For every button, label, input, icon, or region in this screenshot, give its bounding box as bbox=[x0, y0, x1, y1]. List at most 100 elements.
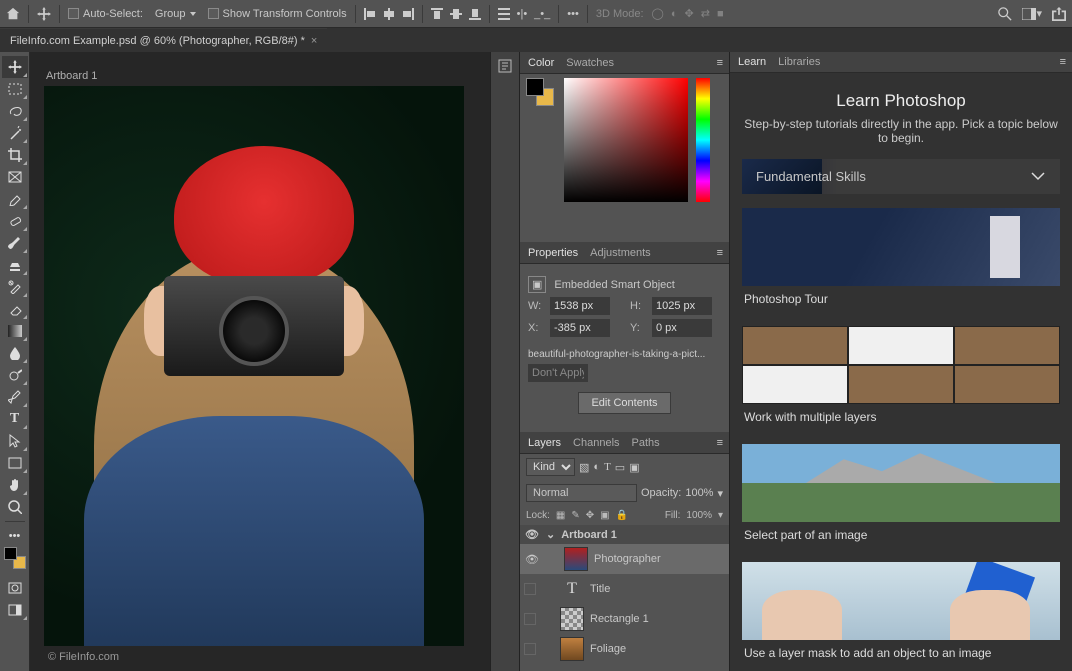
close-tab-icon[interactable]: × bbox=[311, 35, 317, 47]
layer-row-photographer[interactable]: 👁 Photographer bbox=[520, 544, 729, 574]
3d-pan-icon[interactable]: ✥ bbox=[685, 7, 694, 20]
marquee-tool[interactable] bbox=[2, 78, 28, 100]
layer-kind-dropdown[interactable]: Kind bbox=[526, 458, 575, 476]
filter-shape-icon[interactable]: ▭ bbox=[615, 461, 625, 474]
foreground-background-swatch[interactable] bbox=[2, 547, 28, 569]
move-tool[interactable] bbox=[2, 56, 28, 78]
clone-stamp-tool[interactable] bbox=[2, 254, 28, 276]
layer-name[interactable]: Title bbox=[590, 583, 610, 595]
lock-position-icon[interactable]: ✥ bbox=[586, 510, 594, 521]
artboard-canvas[interactable] bbox=[44, 86, 464, 646]
history-brush-tool[interactable] bbox=[2, 276, 28, 298]
learn-card-mask[interactable]: Use a layer mask to add an object to an … bbox=[742, 562, 1060, 666]
share-icon[interactable] bbox=[1052, 7, 1066, 21]
brush-tool[interactable] bbox=[2, 232, 28, 254]
width-field[interactable] bbox=[550, 297, 610, 315]
collapsed-dock[interactable] bbox=[490, 52, 520, 671]
eraser-tool[interactable] bbox=[2, 298, 28, 320]
tab-layers[interactable]: Layers bbox=[528, 437, 561, 449]
panel-menu-icon[interactable]: ≡ bbox=[717, 57, 723, 69]
layer-thumbnail[interactable] bbox=[564, 547, 588, 571]
zoom-tool[interactable] bbox=[2, 496, 28, 518]
layer-name[interactable]: Artboard 1 bbox=[561, 529, 617, 541]
color-field[interactable] bbox=[564, 78, 688, 202]
panel-menu-icon[interactable]: ≡ bbox=[717, 437, 723, 449]
document-tab[interactable]: FileInfo.com Example.psd @ 60% (Photogra… bbox=[0, 28, 327, 52]
auto-select-dropdown[interactable]: Group bbox=[151, 6, 200, 22]
dodge-tool[interactable] bbox=[2, 364, 28, 386]
layer-row-rectangle[interactable]: Rectangle 1 bbox=[520, 604, 729, 634]
healing-brush-tool[interactable] bbox=[2, 210, 28, 232]
lock-transparency-icon[interactable]: ▦ bbox=[556, 510, 565, 521]
tab-swatches[interactable]: Swatches bbox=[566, 57, 614, 69]
layer-row-title[interactable]: T Title bbox=[520, 574, 729, 604]
home-icon[interactable] bbox=[6, 7, 20, 21]
learn-section-header[interactable]: Fundamental Skills bbox=[742, 159, 1060, 194]
layer-name[interactable]: Photographer bbox=[594, 553, 661, 565]
x-field[interactable] bbox=[550, 319, 610, 337]
layer-name[interactable]: Foliage bbox=[590, 643, 626, 655]
3d-roll-icon[interactable]: ◐ bbox=[671, 7, 678, 20]
tab-properties[interactable]: Properties bbox=[528, 247, 578, 259]
tab-adjustments[interactable]: Adjustments bbox=[590, 247, 651, 259]
frame-tool[interactable] bbox=[2, 166, 28, 188]
panel-menu-icon[interactable]: ≡ bbox=[717, 247, 723, 259]
y-field[interactable] bbox=[652, 319, 712, 337]
pen-tool[interactable] bbox=[2, 386, 28, 408]
lock-artboard-icon[interactable]: ▣ bbox=[600, 510, 609, 521]
learn-card-tour[interactable]: Photoshop Tour bbox=[742, 208, 1060, 312]
3d-orbit-icon[interactable]: ◯ bbox=[652, 7, 664, 20]
screen-mode-icon[interactable] bbox=[2, 599, 28, 621]
crop-tool[interactable] bbox=[2, 144, 28, 166]
3d-slide-icon[interactable]: ⇄ bbox=[701, 7, 710, 20]
learn-card-layers[interactable]: Work with multiple layers bbox=[742, 326, 1060, 430]
layer-name[interactable]: Rectangle 1 bbox=[590, 613, 649, 625]
rectangle-tool[interactable] bbox=[2, 452, 28, 474]
edit-toolbar-icon[interactable]: ••• bbox=[2, 525, 28, 547]
gradient-tool[interactable] bbox=[2, 320, 28, 342]
filter-smart-icon[interactable]: ▣ bbox=[629, 461, 639, 474]
distribute-vcenter-icon[interactable]: •|• bbox=[517, 8, 528, 20]
search-icon[interactable] bbox=[998, 7, 1012, 21]
show-transform-checkbox[interactable]: Show Transform Controls bbox=[208, 8, 347, 20]
opacity-value[interactable]: 100% bbox=[685, 487, 713, 499]
align-vcenter-icon[interactable] bbox=[450, 8, 462, 20]
visibility-toggle[interactable] bbox=[524, 613, 536, 625]
artboard-label[interactable]: Artboard 1 bbox=[46, 70, 480, 82]
filter-adjust-icon[interactable]: ◐ bbox=[593, 461, 600, 473]
layer-row-artboard[interactable]: 👁 ⌄ Artboard 1 bbox=[520, 525, 729, 544]
visibility-toggle[interactable] bbox=[524, 583, 536, 595]
workspace-icon[interactable]: ▾ bbox=[1022, 7, 1042, 20]
quick-mask-icon[interactable] bbox=[2, 577, 28, 599]
magic-wand-tool[interactable] bbox=[2, 122, 28, 144]
history-panel-icon[interactable] bbox=[497, 58, 513, 671]
canvas-area[interactable]: Artboard 1 © FileInfo.com bbox=[30, 52, 490, 671]
hand-tool[interactable] bbox=[2, 474, 28, 496]
layer-thumbnail[interactable] bbox=[560, 637, 584, 661]
align-right-icon[interactable] bbox=[402, 8, 414, 20]
layer-row-foliage[interactable]: Foliage bbox=[520, 634, 729, 664]
distribute-bottom-icon[interactable]: _•_ bbox=[534, 8, 550, 20]
edit-contents-button[interactable]: Edit Contents bbox=[578, 392, 670, 414]
panel-menu-icon[interactable]: ≡ bbox=[1060, 56, 1066, 68]
visibility-toggle[interactable]: 👁 bbox=[524, 528, 540, 541]
auto-select-checkbox[interactable]: Auto-Select: bbox=[68, 8, 143, 20]
blend-mode-dropdown[interactable]: Normal bbox=[526, 484, 637, 502]
align-top-icon[interactable] bbox=[431, 8, 443, 20]
more-options-icon[interactable]: ••• bbox=[567, 8, 579, 20]
align-left-icon[interactable] bbox=[364, 8, 376, 20]
lock-all-icon[interactable]: 🔒 bbox=[616, 510, 628, 521]
distribute-top-icon[interactable] bbox=[498, 8, 510, 20]
filter-pixel-icon[interactable]: ▧ bbox=[579, 461, 589, 474]
filter-type-icon[interactable]: T bbox=[604, 461, 611, 473]
layer-thumbnail[interactable]: T bbox=[560, 577, 584, 601]
hue-slider[interactable] bbox=[696, 78, 710, 202]
layer-thumbnail[interactable] bbox=[560, 607, 584, 631]
eyedropper-tool[interactable] bbox=[2, 188, 28, 210]
learn-card-select[interactable]: Select part of an image bbox=[742, 444, 1060, 548]
visibility-toggle[interactable]: 👁 bbox=[524, 553, 540, 566]
layer-comp-dropdown[interactable] bbox=[528, 364, 588, 382]
lasso-tool[interactable] bbox=[2, 100, 28, 122]
tab-learn[interactable]: Learn bbox=[738, 56, 766, 68]
move-tool-icon[interactable] bbox=[37, 7, 51, 21]
